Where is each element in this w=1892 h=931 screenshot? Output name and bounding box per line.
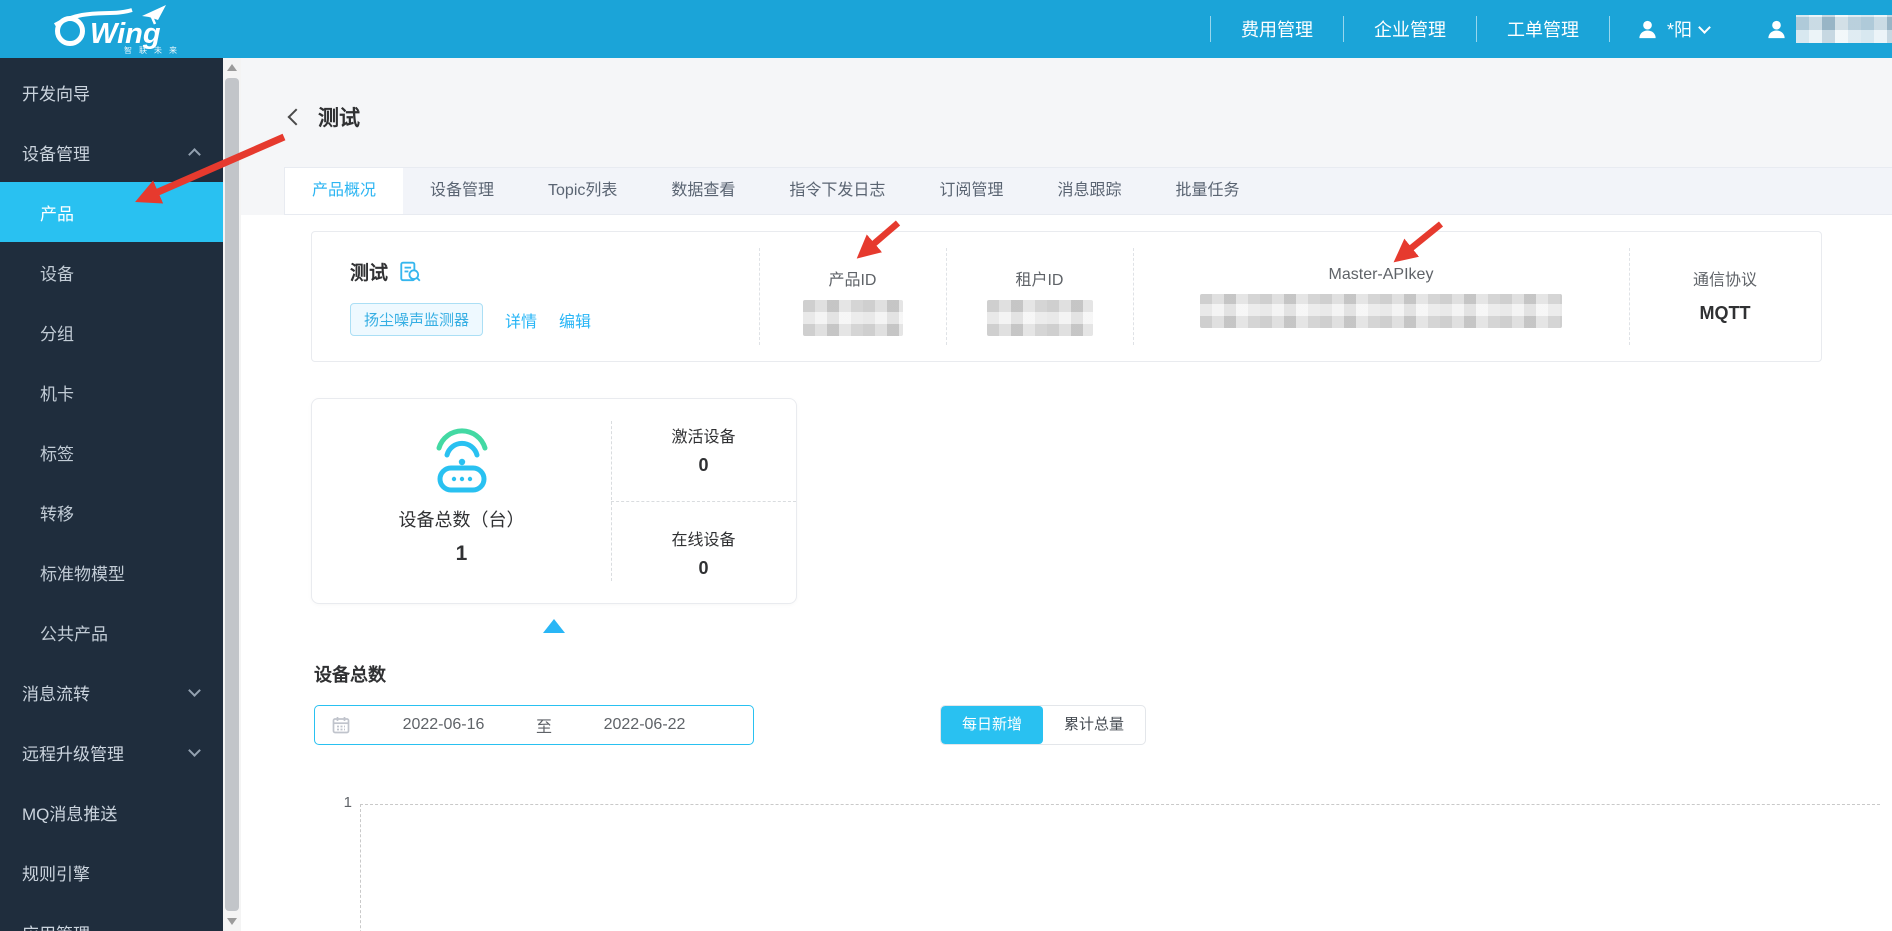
redacted-product-id	[802, 300, 903, 336]
calendar-icon	[332, 717, 350, 734]
apikey-label: Master-APIkey	[1328, 266, 1434, 283]
sidebar-item-label: 规则引擎	[22, 864, 90, 884]
protocol-value: MQTT	[1699, 303, 1751, 323]
sidebar: 开发向导 设备管理 产品 设备 分组 机卡 标签 转移 标准物模型 公共产品 消…	[0, 58, 223, 931]
sidebar-item-label: MQ消息推送	[22, 804, 118, 824]
back-icon[interactable]	[287, 108, 305, 126]
sidebar-item-label: 标准物模型	[40, 564, 125, 584]
device-total-value: 1	[455, 542, 468, 565]
date-start-value[interactable]: 2022-06-16	[351, 716, 536, 734]
page-title: 测试	[318, 107, 360, 130]
redacted-tenant-id	[986, 300, 1093, 336]
online-devices-label: 在线设备	[671, 531, 736, 549]
sidebar-item-label: 设备管理	[22, 144, 90, 164]
detail-link[interactable]: 详情	[505, 308, 537, 332]
chevron-down-icon	[1698, 20, 1711, 34]
user-name: *阳	[1666, 20, 1692, 40]
brand-tagline: 智联未来	[124, 46, 184, 55]
sidebar-item-transfer[interactable]: 转移	[0, 482, 223, 542]
tab-subscription[interactable]: 订阅管理	[912, 168, 1030, 214]
chart-y-tick: 1	[343, 794, 352, 811]
sidebar-item-label: 消息流转	[22, 684, 90, 704]
top-header: Wing 智联未来 费用管理 企业管理 工单管理 *阳	[0, 0, 1892, 58]
edit-link[interactable]: 编辑	[559, 308, 591, 332]
main-content: 测试 产品概况 设备管理 Topic列表 数据查看 指令下发日志 订阅管理 消息…	[241, 58, 1892, 931]
sidebar-item-sim-card[interactable]: 机卡	[0, 362, 223, 422]
section-title-device-total: 设备总数	[314, 665, 386, 685]
nav-workorder[interactable]: 工单管理	[1477, 16, 1609, 42]
sidebar-item-group[interactable]: 分组	[0, 302, 223, 362]
pointer-up-icon	[543, 619, 565, 633]
sidebar-item-rule-engine[interactable]: 规则引擎	[0, 842, 223, 902]
nav-billing[interactable]: 费用管理	[1211, 16, 1343, 42]
sidebar-item-dev-guide[interactable]: 开发向导	[0, 62, 223, 122]
nav-enterprise[interactable]: 企业管理	[1344, 16, 1476, 42]
sidebar-item-message-flow[interactable]: 消息流转	[0, 662, 223, 722]
tab-batch-task[interactable]: 批量任务	[1148, 168, 1266, 214]
sidebar-item-label: 公共产品	[40, 624, 108, 644]
date-end-value[interactable]: 2022-06-22	[552, 716, 737, 734]
scroll-up-arrow[interactable]	[227, 64, 237, 71]
sidebar-item-tag[interactable]: 标签	[0, 422, 223, 482]
redacted-account-name	[1796, 15, 1892, 43]
activated-devices-label: 激活设备	[671, 429, 736, 447]
sidebar-item-mq-push[interactable]: MQ消息推送	[0, 782, 223, 842]
online-devices-value: 0	[698, 557, 709, 578]
date-separator: 至	[536, 719, 553, 736]
sidebar-item-label: 转移	[40, 504, 74, 524]
product-name: 测试	[350, 263, 389, 284]
tenant-id-label: 租户ID	[1015, 272, 1064, 289]
toggle-cumulative-total[interactable]: 累计总量	[1043, 706, 1145, 744]
device-wifi-icon	[436, 428, 487, 493]
scrollbar-thumb[interactable]	[225, 78, 239, 911]
breadcrumb: 测试	[287, 102, 360, 132]
product-id-label: 产品ID	[828, 272, 877, 289]
doc-search-icon[interactable]	[398, 260, 422, 284]
device-total-label: 设备总数（台）	[398, 510, 525, 530]
sidebar-item-label: 产品	[40, 204, 74, 224]
sidebar-item-label: 标签	[40, 444, 74, 464]
tab-bar: 产品概况 设备管理 Topic列表 数据查看 指令下发日志 订阅管理 消息跟踪 …	[284, 167, 1892, 215]
user-icon	[1768, 20, 1785, 38]
chevron-down-icon	[188, 684, 201, 697]
tab-device-mgmt[interactable]: 设备管理	[403, 168, 521, 214]
sidebar-item-public-product[interactable]: 公共产品	[0, 602, 223, 662]
chevron-up-icon	[188, 148, 201, 161]
chart-mode-toggle: 每日新增 累计总量	[941, 706, 1146, 744]
date-range-picker[interactable]: 2022-06-16 至 2022-06-22	[314, 705, 754, 745]
tab-command-log[interactable]: 指令下发日志	[762, 168, 912, 214]
sidebar-item-app-mgmt[interactable]: 应用管理	[0, 902, 223, 931]
sidebar-item-label: 开发向导	[22, 84, 90, 104]
toggle-daily-new[interactable]: 每日新增	[941, 706, 1044, 744]
vertical-scrollbar[interactable]	[223, 58, 241, 931]
sidebar-item-ota-mgmt[interactable]: 远程升级管理	[0, 722, 223, 782]
redacted-apikey	[1200, 294, 1562, 328]
sidebar-item-label: 应用管理	[22, 920, 90, 931]
sidebar-item-label: 设备	[40, 264, 74, 284]
chart-plot-area	[360, 804, 1880, 931]
tab-product-overview[interactable]: 产品概况	[285, 168, 404, 214]
protocol-label: 通信协议	[1692, 272, 1757, 289]
device-stats-card[interactable]: 设备总数（台） 1 激活设备 0 在线设备 0	[311, 398, 797, 604]
brand-logo[interactable]: Wing 智联未来	[52, 3, 222, 55]
sidebar-item-product[interactable]: 产品	[0, 182, 223, 242]
sidebar-item-label: 远程升级管理	[22, 744, 124, 764]
scroll-down-arrow[interactable]	[227, 918, 237, 925]
chevron-down-icon	[188, 744, 201, 757]
sidebar-item-device-mgmt[interactable]: 设备管理	[0, 122, 223, 182]
user-icon	[1639, 20, 1656, 38]
tab-data-view[interactable]: 数据查看	[644, 168, 762, 214]
sidebar-item-label: 分组	[40, 324, 74, 344]
product-category-tag: 扬尘噪声监测器	[350, 303, 484, 336]
tab-message-trace[interactable]: 消息跟踪	[1030, 168, 1148, 214]
tab-topic-list[interactable]: Topic列表	[521, 168, 644, 214]
account-badge[interactable]	[1735, 15, 1892, 43]
sidebar-item-label: 机卡	[40, 384, 74, 404]
sidebar-item-standard-model[interactable]: 标准物模型	[0, 542, 223, 602]
sidebar-item-device[interactable]: 设备	[0, 242, 223, 302]
activated-devices-value: 0	[698, 455, 709, 476]
user-menu[interactable]: *阳	[1610, 16, 1735, 42]
product-info-card: 测试 扬尘噪声监测器 详情 编辑 产品ID 租户ID Master-APIkey…	[311, 231, 1822, 362]
